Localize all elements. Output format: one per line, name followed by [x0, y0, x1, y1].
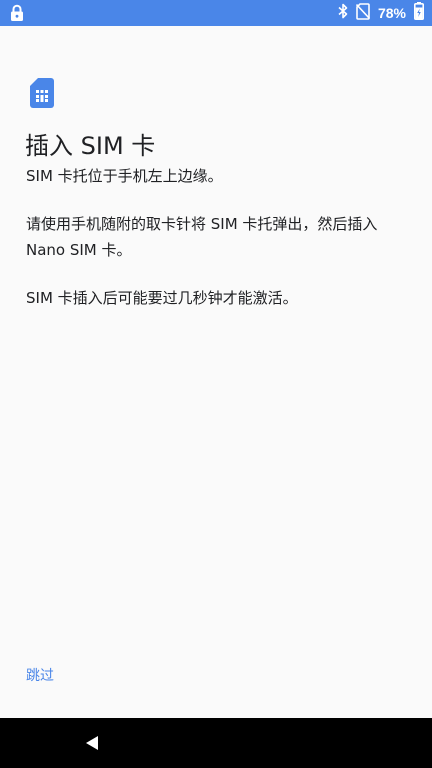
status-right: 78% — [338, 0, 424, 26]
status-left — [10, 4, 24, 22]
instruction-insert: 请使用手机随附的取卡针将 SIM 卡托弹出，然后插入 Nano SIM 卡。 — [26, 215, 378, 259]
navigation-bar — [0, 718, 432, 768]
battery-charging-icon — [414, 2, 424, 24]
lock-icon — [10, 4, 24, 26]
status-bar: 78% — [0, 0, 432, 26]
instruction-location: SIM 卡托位于手机左上边缘。 — [26, 167, 223, 185]
setup-content: 插入 SIM 卡 SIM 卡托位于手机左上边缘。 请使用手机随附的取卡针将 SI… — [0, 26, 432, 718]
sim-card-icon — [30, 78, 54, 108]
bluetooth-icon — [338, 3, 348, 23]
skip-button[interactable]: 跳过 — [26, 663, 54, 687]
battery-percent: 78% — [377, 5, 406, 21]
page-title: 插入 SIM 卡 — [25, 132, 156, 160]
instruction-activation: SIM 卡插入后可能要过几秒钟才能激活。 — [26, 289, 298, 307]
screen: 78% 插入 SIM 卡 SIM 卡托位于手机左上边缘。 请使用手机随附的取卡针… — [0, 0, 432, 768]
back-triangle-icon[interactable] — [84, 735, 100, 751]
no-sim-icon — [355, 2, 371, 24]
